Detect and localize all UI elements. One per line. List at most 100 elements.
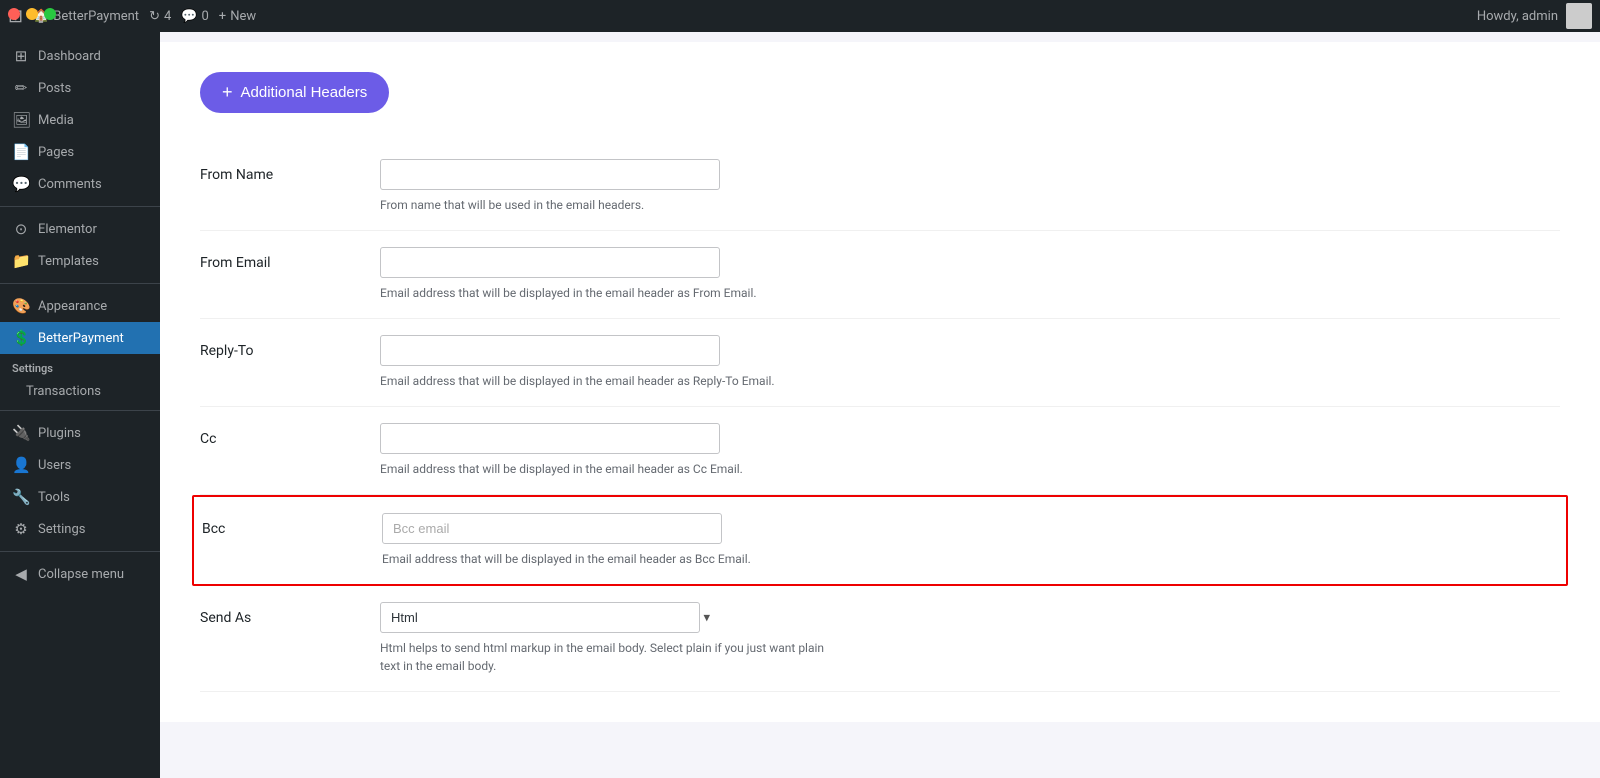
cc-row: Cc Email address that will be displayed … — [200, 407, 1560, 495]
updates-icon: ↻ — [149, 9, 160, 24]
sidebar-label-media: Media — [38, 113, 74, 128]
close-button[interactable] — [8, 8, 20, 20]
sidebar-item-templates[interactable]: 📁 Templates — [0, 245, 160, 277]
inner-content: + Additional Headers From Name From name… — [160, 32, 1600, 778]
sidebar-sep-1 — [0, 206, 160, 207]
from-email-input[interactable] — [380, 247, 720, 278]
howdy-text: Howdy, admin — [1477, 9, 1558, 24]
sidebar-label-plugins: Plugins — [38, 426, 81, 441]
sidebar-item-settings[interactable]: ⚙ Settings — [0, 513, 160, 545]
sidebar-item-pages[interactable]: 📄 Pages — [0, 136, 160, 168]
site-name: BetterPayment — [53, 9, 139, 24]
bcc-field: Email address that will be displayed in … — [382, 513, 1558, 568]
reply-to-field: Email address that will be displayed in … — [380, 335, 1560, 390]
sidebar-item-elementor[interactable]: ⊙ Elementor — [0, 213, 160, 245]
sidebar-label-users: Users — [38, 458, 71, 473]
updates-link[interactable]: ↻ 4 — [149, 9, 171, 24]
window-controls — [8, 8, 56, 20]
sidebar-sep-2 — [0, 283, 160, 284]
minimize-button[interactable] — [26, 8, 38, 20]
elementor-icon: ⊙ — [12, 220, 30, 238]
appearance-icon: 🎨 — [12, 297, 30, 315]
reply-to-label: Reply-To — [200, 335, 380, 359]
comments-link[interactable]: 💬 0 — [181, 9, 209, 24]
bcc-label: Bcc — [202, 513, 382, 537]
bcc-row: Bcc Email address that will be displayed… — [192, 495, 1568, 586]
send-as-label: Send As — [200, 602, 380, 626]
settings-icon: ⚙ — [12, 520, 30, 538]
additional-headers-button[interactable]: + Additional Headers — [200, 72, 389, 113]
from-name-desc: From name that will be used in the email… — [380, 196, 840, 214]
reply-to-input[interactable] — [380, 335, 720, 366]
new-menu[interactable]: + New — [219, 9, 256, 24]
users-icon: 👤 — [12, 456, 30, 474]
sidebar-item-users[interactable]: 👤 Users — [0, 449, 160, 481]
top-bar: ⊞ 🏠 BetterPayment ↻ 4 💬 0 + New Howdy, a… — [0, 0, 1600, 32]
layout: ⊞ Dashboard ✏ Posts 🖼 Media 📄 Pages 💬 Co… — [0, 32, 1600, 778]
bcc-desc: Email address that will be displayed in … — [382, 550, 842, 568]
bcc-input[interactable] — [382, 513, 722, 544]
posts-icon: ✏ — [12, 79, 30, 97]
sidebar-label-betterpayment: BetterPayment — [38, 331, 124, 346]
maximize-button[interactable] — [44, 8, 56, 20]
cc-field: Email address that will be displayed in … — [380, 423, 1560, 478]
dashboard-icon: ⊞ — [12, 47, 30, 65]
plugins-icon: 🔌 — [12, 424, 30, 442]
sidebar-item-betterpayment[interactable]: 💲 BetterPayment — [0, 322, 160, 354]
sidebar-item-media[interactable]: 🖼 Media — [0, 104, 160, 136]
sidebar-label-pages: Pages — [38, 145, 74, 160]
plus-icon: + — [219, 9, 226, 24]
sidebar-label-comments: Comments — [38, 177, 102, 192]
main-area: + Additional Headers From Name From name… — [160, 32, 1600, 778]
betterpayment-icon: 💲 — [12, 329, 30, 347]
plus-circle-icon: + — [222, 82, 233, 103]
page-body: + Additional Headers From Name From name… — [160, 42, 1600, 722]
sidebar-sub-transactions[interactable]: Transactions — [0, 379, 160, 404]
cc-label: Cc — [200, 423, 380, 447]
from-email-label: From Email — [200, 247, 380, 271]
from-name-input[interactable] — [380, 159, 720, 190]
sidebar-label-templates: Templates — [38, 254, 99, 269]
templates-icon: 📁 — [12, 252, 30, 270]
from-email-row: From Email Email address that will be di… — [200, 231, 1560, 319]
send-as-select[interactable]: Html Plain Text — [380, 602, 700, 633]
sidebar-item-dashboard[interactable]: ⊞ Dashboard — [0, 40, 160, 72]
collapse-label: Collapse menu — [38, 567, 124, 582]
update-count: 4 — [164, 9, 171, 24]
sidebar: ⊞ Dashboard ✏ Posts 🖼 Media 📄 Pages 💬 Co… — [0, 32, 160, 778]
comments-icon: 💬 — [181, 9, 197, 24]
sidebar-sep-3 — [0, 410, 160, 411]
sidebar-item-posts[interactable]: ✏ Posts — [0, 72, 160, 104]
sidebar-item-collapse[interactable]: ◀ Collapse menu — [0, 558, 160, 590]
tools-icon: 🔧 — [12, 488, 30, 506]
sidebar-item-plugins[interactable]: 🔌 Plugins — [0, 417, 160, 449]
sidebar-item-comments[interactable]: 💬 Comments — [0, 168, 160, 200]
from-email-field: Email address that will be displayed in … — [380, 247, 1560, 302]
sidebar-item-tools[interactable]: 🔧 Tools — [0, 481, 160, 513]
collapse-icon: ◀ — [12, 565, 30, 583]
top-bar-right: Howdy, admin — [1477, 3, 1592, 29]
avatar[interactable] — [1566, 3, 1592, 29]
cc-desc: Email address that will be displayed in … — [380, 460, 840, 478]
comment-count: 0 — [201, 9, 208, 24]
content-area: + Additional Headers From Name From name… — [160, 32, 1600, 778]
media-icon: 🖼 — [12, 111, 30, 129]
sidebar-label-elementor: Elementor — [38, 222, 97, 237]
send-as-row: Send As Html Plain Text Html helps to se… — [200, 586, 1560, 692]
sidebar-label-settings: Settings — [38, 522, 85, 537]
send-as-desc: Html helps to send html markup in the em… — [380, 639, 840, 675]
sidebar-section-settings: Settings — [0, 354, 160, 379]
additional-headers-label: Additional Headers — [241, 84, 368, 101]
send-as-select-wrapper: Html Plain Text — [380, 602, 720, 633]
sidebar-item-appearance[interactable]: 🎨 Appearance — [0, 290, 160, 322]
from-email-desc: Email address that will be displayed in … — [380, 284, 840, 302]
send-as-field: Html Plain Text Html helps to send html … — [380, 602, 1560, 675]
pages-icon: 📄 — [12, 143, 30, 161]
cc-input[interactable] — [380, 423, 720, 454]
sidebar-label-tools: Tools — [38, 490, 70, 505]
sidebar-sep-4 — [0, 551, 160, 552]
from-name-row: From Name From name that will be used in… — [200, 143, 1560, 231]
from-name-field: From name that will be used in the email… — [380, 159, 1560, 214]
new-label: New — [230, 9, 256, 24]
from-name-label: From Name — [200, 159, 380, 183]
